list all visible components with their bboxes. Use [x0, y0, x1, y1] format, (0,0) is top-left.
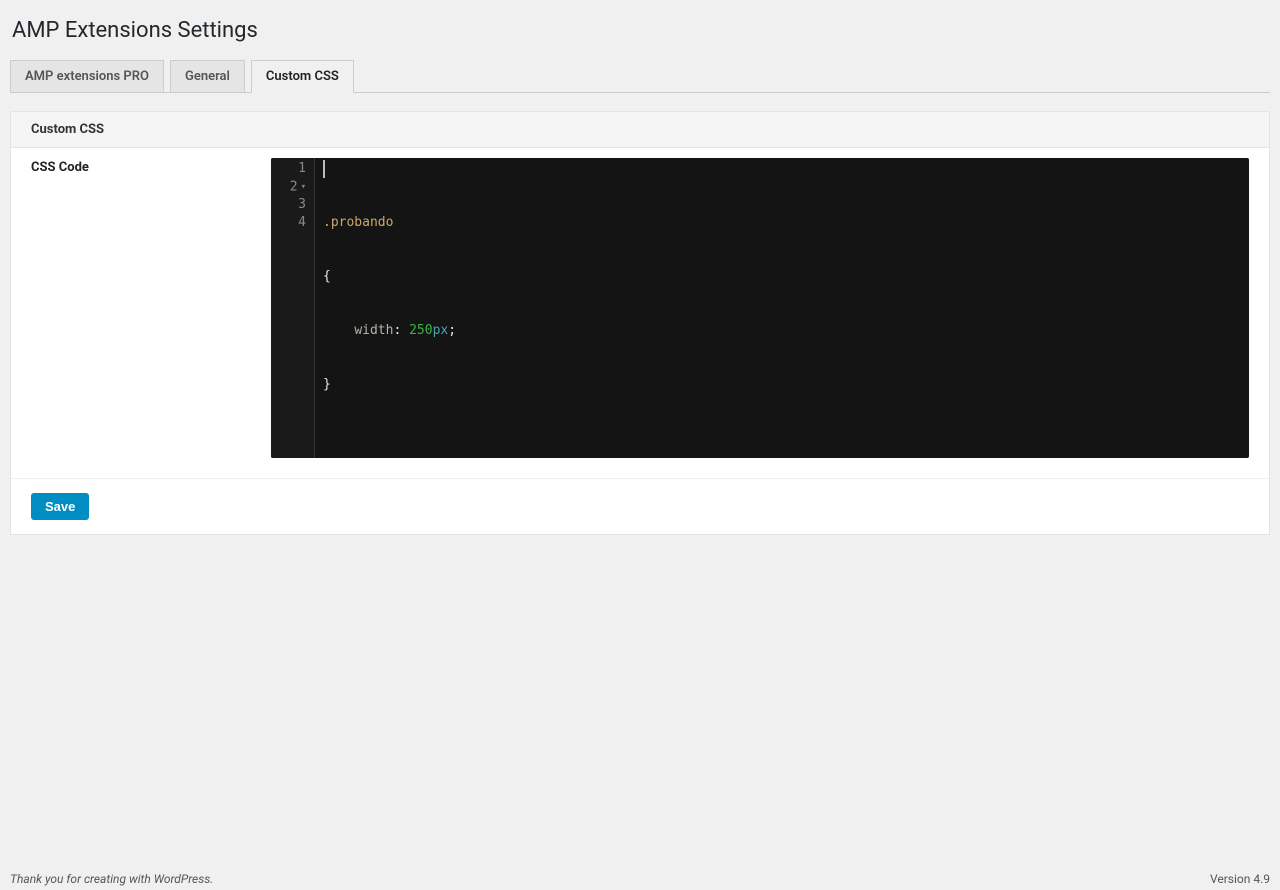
line-number: 1	[271, 160, 314, 178]
code-token: {	[323, 269, 331, 284]
admin-footer: Thank you for creating with WordPress. V…	[10, 872, 1270, 886]
code-indent	[323, 323, 354, 338]
code-token: ;	[448, 323, 456, 338]
page-title: AMP Extensions Settings	[10, 10, 1270, 59]
line-number: 2▾	[271, 178, 314, 196]
panel-footer: Save	[11, 478, 1269, 534]
code-token: px	[433, 323, 449, 338]
custom-css-panel: Custom CSS CSS Code 1 2▾ 3 4 .probando {…	[10, 111, 1270, 535]
line-number: 4	[271, 214, 314, 232]
footer-version: Version 4.9	[1210, 872, 1270, 886]
panel-body: CSS Code 1 2▾ 3 4 .probando { width: 250…	[11, 148, 1269, 478]
code-token: }	[323, 377, 331, 392]
tab-general[interactable]: General	[170, 60, 245, 93]
code-token: 250	[409, 323, 432, 338]
line-number: 3	[271, 196, 314, 214]
code-token: width	[354, 323, 393, 338]
panel-header: Custom CSS	[11, 112, 1269, 148]
fold-icon[interactable]: ▾	[301, 182, 306, 192]
css-code-label: CSS Code	[31, 158, 271, 458]
editor-content[interactable]: .probando { width: 250px; }	[315, 158, 1249, 458]
css-code-editor[interactable]: 1 2▾ 3 4 .probando { width: 250px; }	[271, 158, 1249, 458]
tab-amp-extensions-pro[interactable]: AMP extensions PRO	[10, 60, 164, 93]
settings-tabs: AMP extensions PRO General Custom CSS	[10, 59, 1270, 93]
save-button[interactable]: Save	[31, 493, 89, 520]
code-token: :	[393, 323, 409, 338]
footer-credit: Thank you for creating with WordPress.	[10, 872, 213, 886]
editor-cursor	[323, 160, 325, 178]
tab-custom-css[interactable]: Custom CSS	[251, 60, 354, 93]
editor-gutter: 1 2▾ 3 4	[271, 158, 315, 458]
code-token: .probando	[323, 215, 393, 230]
